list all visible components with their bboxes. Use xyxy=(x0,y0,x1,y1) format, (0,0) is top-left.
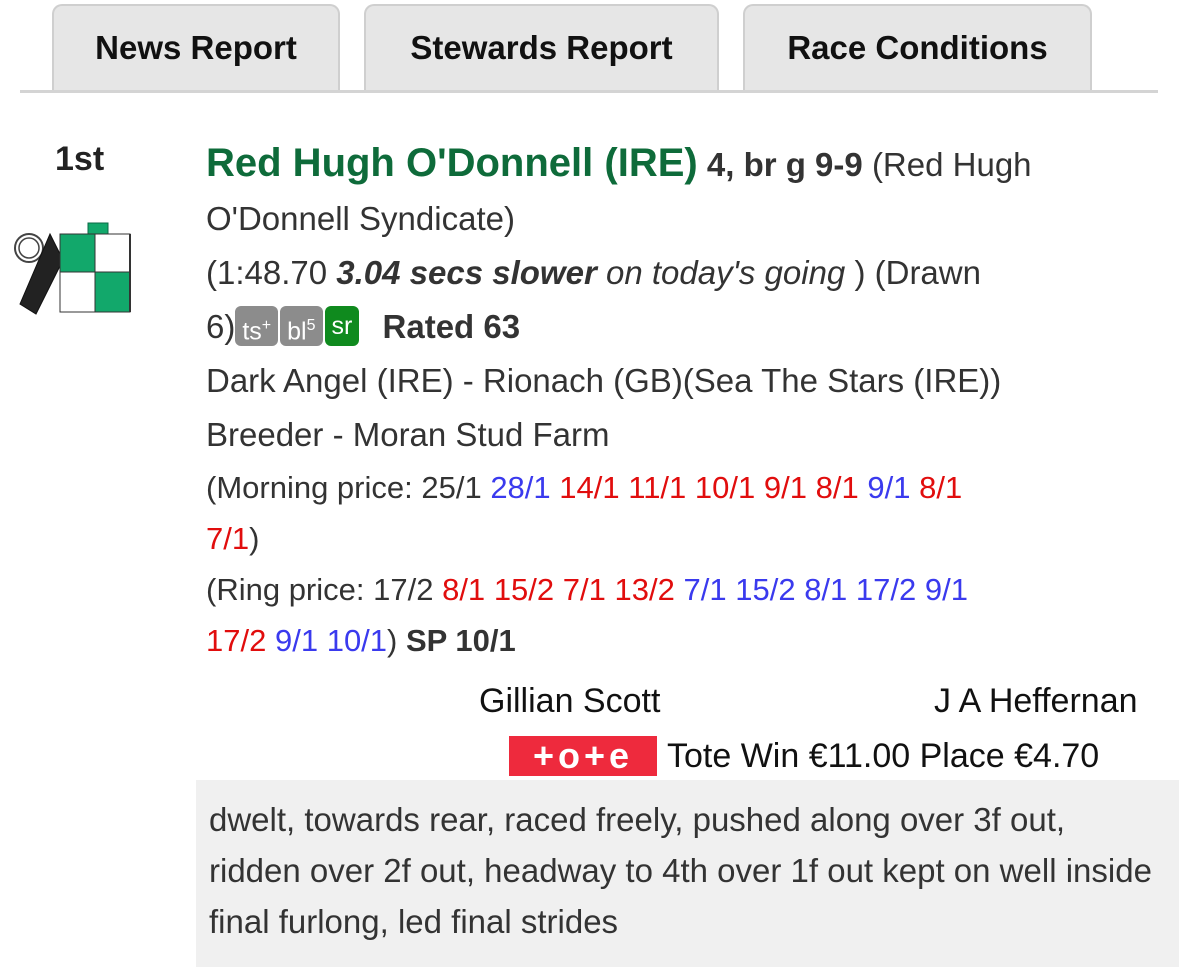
jockey-name[interactable]: J A Heffernan xyxy=(934,676,1138,726)
draw-badges-line: 6) ts+ bl5 sr Rated 63 xyxy=(206,300,1171,354)
price-move: 7/1 xyxy=(562,572,606,607)
sr-badge: sr xyxy=(324,306,360,347)
tote-dividends: +o+e Tote Win €11.00 Place €4.70 xyxy=(509,733,1099,779)
price-move: 9/1 xyxy=(763,470,807,505)
price-move: 17/2 xyxy=(855,572,917,607)
price-move: 13/2 xyxy=(614,572,675,607)
price-move: 8/1 xyxy=(919,470,963,505)
tongue-strap-badge: ts+ xyxy=(235,306,279,347)
time-line: (1:48.70 3.04 secs slower on today's goi… xyxy=(206,246,1171,300)
price-move: 15/2 xyxy=(735,572,796,607)
ring-price-moves-cont: 17/2 9/1 10/1 xyxy=(206,623,387,658)
pedigree: Dark Angel (IRE) - Rionach (GB)(Sea The … xyxy=(206,362,1002,399)
going-text: on today's going xyxy=(605,254,846,291)
price-move: 7/1 xyxy=(683,572,727,607)
price-move: 28/1 xyxy=(490,470,551,505)
ring-price-label: (Ring price: 17/2 xyxy=(206,572,434,607)
drawn-text: ) (Drawn xyxy=(854,254,981,291)
tab-stewards-report[interactable]: Stewards Report xyxy=(364,4,719,90)
morning-price-line: (Morning price: 25/1 28/1 14/1 11/1 10/1… xyxy=(206,462,1171,513)
breeder-line: Breeder - Moran Stud Farm xyxy=(206,408,1171,462)
horse-age-weight: 4, br g 9-9 xyxy=(706,146,863,183)
price-move: 8/1 xyxy=(442,572,486,607)
price-move: 7/1 xyxy=(206,521,250,556)
breeding-line: Dark Angel (IRE) - Rionach (GB)(Sea The … xyxy=(206,354,1171,408)
tab-divider xyxy=(20,90,1158,93)
price-move: 11/1 xyxy=(628,470,687,505)
price-move: 8/1 xyxy=(804,572,848,607)
morning-price-label: (Morning price: 25/1 xyxy=(206,470,482,505)
price-move: 9/1 xyxy=(867,470,911,505)
jockey-silks-icon xyxy=(14,222,131,315)
time-difference: 3.04 secs slower xyxy=(336,254,597,291)
morning-price-moves: 28/1 14/1 11/1 10/1 9/1 8/1 9/1 8/1 xyxy=(490,470,962,505)
runner-details: Red Hugh O'Donnell (IRE) 4, br g 9-9 (Re… xyxy=(206,136,1171,666)
tote-logo: +o+e xyxy=(509,735,657,776)
morning-price-line-2: 7/1) xyxy=(206,521,260,556)
race-time: (1:48.70 xyxy=(206,254,328,291)
owner-text-cont: O'Donnell Syndicate) xyxy=(206,200,515,237)
starting-price: SP 10/1 xyxy=(406,623,516,658)
ring-price-line: (Ring price: 17/2 8/1 15/2 7/1 13/2 7/1 … xyxy=(206,564,1171,615)
price-move: 15/2 xyxy=(493,572,555,607)
blinkers-badge: bl5 xyxy=(280,306,323,347)
breeder: Breeder - Moran Stud Farm xyxy=(206,416,610,453)
ring-price-moves: 8/1 15/2 7/1 13/2 7/1 15/2 8/1 17/2 9/1 xyxy=(442,572,968,607)
finishing-position: 1st xyxy=(55,140,105,178)
price-move: 17/2 xyxy=(206,623,267,658)
draw-number: 6) xyxy=(206,308,236,345)
ring-price-line-2: 17/2 9/1 10/1) SP 10/1 xyxy=(206,623,516,658)
horse-name-link[interactable]: Red Hugh O'Donnell (IRE) xyxy=(206,141,698,185)
owner-text: (Red Hugh xyxy=(871,146,1032,183)
owner-line: O'Donnell Syndicate) xyxy=(206,192,1171,246)
tote-payout-text: Tote Win €11.00 Place €4.70 xyxy=(667,736,1100,775)
tab-race-conditions[interactable]: Race Conditions xyxy=(743,4,1092,90)
tab-news-report[interactable]: News Report xyxy=(52,4,340,90)
price-move: 10/1 xyxy=(694,470,756,505)
morning-price-moves-cont: 7/1 xyxy=(206,521,249,556)
horse-line: Red Hugh O'Donnell (IRE) 4, br g 9-9 (Re… xyxy=(206,136,1171,192)
price-move: 10/1 xyxy=(326,623,388,658)
price-move: 14/1 xyxy=(559,470,620,505)
report-tabs: News Report Stewards Report Race Conditi… xyxy=(0,0,1179,95)
trainer-name[interactable]: Gillian Scott xyxy=(479,676,660,726)
price-move: 9/1 xyxy=(924,572,968,607)
price-move: 9/1 xyxy=(274,623,319,658)
official-rating: Rated 63 xyxy=(382,308,521,345)
price-move: 8/1 xyxy=(815,470,859,505)
race-comment: dwelt, towards rear, raced freely, pushe… xyxy=(196,780,1179,967)
